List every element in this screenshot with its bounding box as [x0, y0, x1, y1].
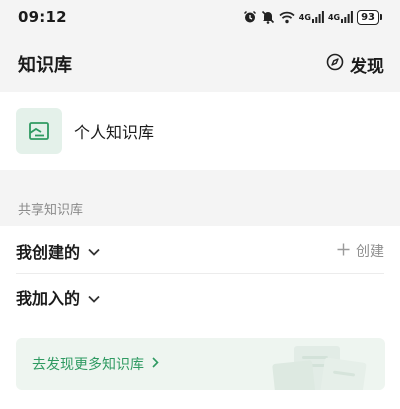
status-bar: 09:12 4G 4G 93	[0, 0, 400, 34]
mute-icon	[261, 10, 275, 24]
header: 知识库 发现	[0, 44, 400, 84]
discover-more-text: 去发现更多知识库	[32, 354, 159, 374]
joined-by-me-label: 我加入的	[16, 289, 81, 308]
created-by-me-row: 我创建的 创建	[16, 228, 384, 274]
discover-more-label: 去发现更多知识库	[32, 357, 144, 373]
page-title: 知识库	[18, 55, 72, 76]
status-icons: 4G 4G 93	[243, 9, 382, 25]
knowledge-base-icon	[16, 108, 62, 154]
alarm-icon	[243, 10, 257, 24]
network-type-1: 4G	[298, 12, 311, 22]
document-illustration-icon	[254, 344, 374, 390]
created-by-me-label: 我创建的	[16, 242, 81, 262]
shared-section-title: 共享知识库	[18, 203, 84, 218]
personal-knowledge-base-label: 个人知识库	[74, 123, 155, 142]
shared-knowledge-base-card: 我创建的 创建 我加入的 去发现更多知识库	[0, 226, 400, 409]
chevron-down-icon	[88, 241, 100, 260]
discover-button[interactable]: 发现	[326, 52, 384, 77]
plus-icon	[337, 242, 350, 260]
joined-by-me-row: 我加入的	[16, 274, 384, 320]
created-by-me-toggle[interactable]: 我创建的	[16, 239, 100, 263]
chevron-down-icon	[88, 288, 100, 307]
battery-icon: 93	[357, 9, 382, 25]
wifi-icon	[279, 11, 295, 24]
discover-more-banner[interactable]: 去发现更多知识库	[16, 338, 385, 390]
cellular-signal-icon: 4G	[328, 11, 353, 23]
discover-label: 发现	[350, 56, 384, 77]
cellular-signal-icon: 4G	[299, 11, 324, 23]
network-type-2: 4G	[327, 12, 341, 22]
battery-level: 93	[357, 9, 379, 25]
create-button[interactable]: 创建	[337, 241, 384, 261]
status-time: 09:12	[18, 8, 67, 26]
chevron-right-icon	[152, 356, 159, 372]
compass-icon	[326, 53, 344, 76]
personal-knowledge-base[interactable]: 个人知识库	[0, 92, 400, 170]
create-label: 创建	[356, 243, 384, 260]
joined-by-me-toggle[interactable]: 我加入的	[16, 285, 100, 309]
